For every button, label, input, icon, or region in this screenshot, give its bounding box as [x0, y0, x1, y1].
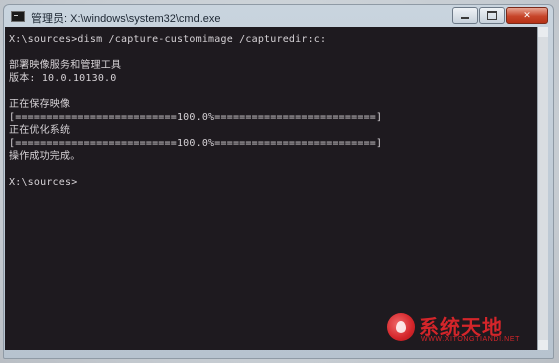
console-line: [==========================100.0%=======…	[9, 138, 383, 149]
console-line: 版本: 10.0.10130.0	[9, 73, 117, 84]
vertical-scrollbar[interactable]	[537, 27, 548, 350]
close-button[interactable]: ✕	[506, 7, 548, 24]
watermark: 系统天地 WWW.XITONGTIANDI.NET	[387, 309, 547, 349]
console-area[interactable]: X:\sources>dism /capture-customimage /ca…	[5, 27, 537, 350]
maximize-icon	[487, 11, 497, 20]
console-line: [==========================100.0%=======…	[9, 112, 383, 123]
caption-buttons: ✕	[452, 7, 548, 24]
minimize-icon	[461, 17, 469, 19]
console-line: 正在保存映像	[9, 99, 71, 110]
watermark-url: WWW.XITONGTIANDI.NET	[421, 336, 520, 343]
console-line: 正在优化系统	[9, 125, 71, 136]
minimize-button[interactable]	[452, 7, 478, 24]
maximize-button[interactable]	[479, 7, 505, 24]
console-line: 部署映像服务和管理工具	[9, 60, 122, 71]
console-prompt[interactable]: X:\sources>	[9, 176, 382, 189]
console-line: X:\sources>dism /capture-customimage /ca…	[9, 34, 327, 45]
console-output: X:\sources>dism /capture-customimage /ca…	[9, 33, 382, 189]
console-line: 操作成功完成。	[9, 151, 81, 162]
watermark-logo-icon	[387, 313, 415, 341]
scroll-up-button[interactable]	[538, 27, 548, 37]
close-icon: ✕	[523, 10, 531, 21]
cmd-icon[interactable]	[11, 11, 25, 22]
window-title: 管理员: X:\windows\system32\cmd.exe	[31, 13, 221, 25]
